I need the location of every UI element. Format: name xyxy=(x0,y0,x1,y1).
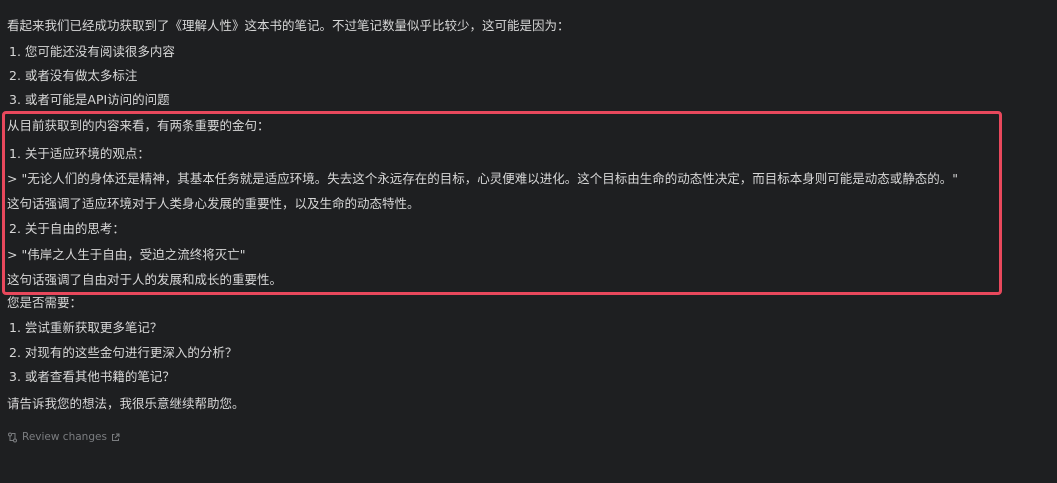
question-text: 您是否需要： xyxy=(7,295,83,310)
review-changes-icon xyxy=(7,432,18,443)
option-item-2: 2. 对现有的这些金句进行更深入的分析？ xyxy=(9,345,238,360)
quotes-intro: 从目前获取到的内容来看，有两条重要的金句： xyxy=(7,118,270,133)
quote2-text: > "伟岸之人生于自由，受迫之流终将灭亡" xyxy=(7,247,246,262)
reason-item-2: 2. 或者没有做太多标注 xyxy=(9,68,138,83)
external-link-icon xyxy=(111,433,120,442)
quote2-title: 2. 关于自由的思考： xyxy=(9,221,125,236)
reason-item-3: 3. 或者可能是API访问的问题 xyxy=(9,92,170,107)
option-item-3: 3. 或者查看其他书籍的笔记？ xyxy=(9,369,175,384)
quote2-comment: 这句话强调了自由对于人的发展和成长的重要性。 xyxy=(7,272,283,287)
reason-item-1: 1. 您可能还没有阅读很多内容 xyxy=(9,44,175,59)
closing-text: 请告诉我您的想法，我很乐意继续帮助您。 xyxy=(7,396,245,411)
quote1-title: 1. 关于适应环境的观点： xyxy=(9,146,150,161)
quote1-text: > "无论人们的身体还是精神，其基本任务就是适应环境。失去这个永远存在的目标，心… xyxy=(7,171,958,186)
quote1-comment: 这句话强调了适应环境对于人类身心发展的重要性，以及生命的动态特性。 xyxy=(7,196,420,211)
option-item-1: 1. 尝试重新获取更多笔记？ xyxy=(9,320,163,335)
message-intro: 看起来我们已经成功获取到了《理解人性》这本书的笔记。不过笔记数量似乎比较少，这可… xyxy=(7,18,570,33)
review-changes-button[interactable]: Review changes xyxy=(7,429,120,445)
review-changes-label: Review changes xyxy=(22,431,107,443)
